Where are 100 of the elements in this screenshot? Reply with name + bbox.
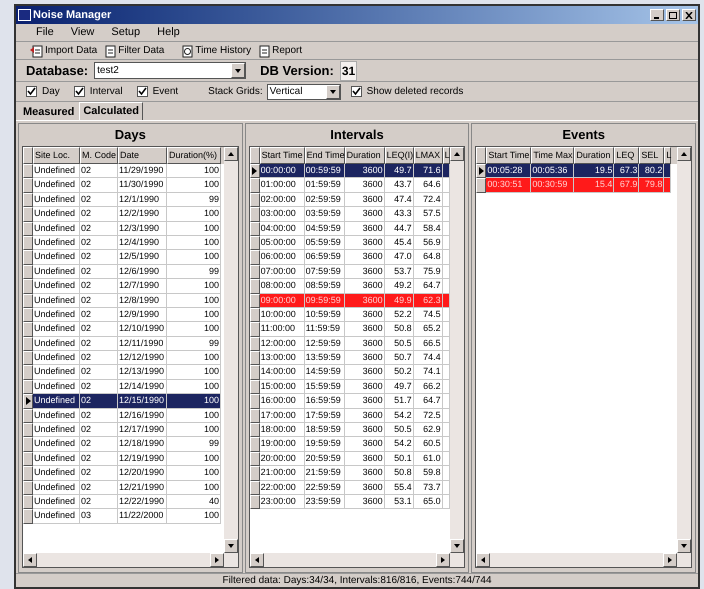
row-selector[interactable] — [23, 279, 33, 294]
vertical-scrollbar[interactable] — [450, 147, 464, 553]
checkbox[interactable] — [136, 86, 148, 97]
column-header[interactable]: LEQ(I) — [384, 147, 414, 164]
row-selector[interactable] — [250, 308, 260, 322]
column-header[interactable]: Date — [118, 147, 167, 164]
row-selector[interactable] — [23, 164, 33, 178]
toolbar-button[interactable]: Time History — [180, 43, 252, 58]
scroll-right-arrow-icon[interactable] — [212, 556, 221, 564]
column-header[interactable]: Start Time — [260, 147, 305, 164]
checkbox[interactable] — [26, 86, 37, 97]
column-header[interactable]: Site Loc. — [33, 147, 80, 164]
column-header[interactable]: SEL — [639, 147, 664, 164]
row-selector[interactable] — [23, 207, 33, 222]
row-selector[interactable] — [250, 264, 260, 280]
toolbar-button[interactable]: Filter Data — [103, 43, 164, 58]
scroll-down-arrow-icon[interactable] — [453, 542, 462, 550]
stack-grids-dropdown[interactable]: Vertical — [266, 84, 341, 100]
minimize-button[interactable] — [650, 9, 664, 21]
row-selector[interactable] — [250, 394, 260, 409]
close-button[interactable] — [682, 9, 696, 21]
column-header[interactable]: Duration — [574, 147, 614, 164]
scroll-up-arrow-icon[interactable] — [680, 150, 688, 158]
scroll-down-arrow-icon[interactable] — [680, 542, 688, 550]
column-header[interactable]: LMAX — [414, 147, 443, 164]
row-selector[interactable] — [23, 466, 33, 481]
row-selector[interactable] — [23, 192, 33, 208]
row-selector[interactable] — [250, 408, 260, 424]
menu-item[interactable]: Help — [157, 24, 180, 41]
row-selector[interactable] — [250, 466, 260, 481]
column-header[interactable]: Time Max — [531, 147, 574, 164]
row-selector[interactable] — [23, 264, 33, 280]
row-selector[interactable] — [23, 294, 33, 308]
row-selector[interactable] — [250, 279, 260, 294]
row-selector[interactable] — [250, 480, 260, 495]
row-selector[interactable] — [250, 494, 260, 510]
row-selector[interactable] — [23, 336, 33, 352]
scroll-down-arrow-icon[interactable] — [328, 88, 337, 96]
scroll-left-arrow-icon[interactable] — [26, 556, 34, 564]
row-selector[interactable] — [250, 365, 260, 380]
menu-item[interactable]: View — [70, 24, 94, 41]
row-selector[interactable] — [23, 178, 33, 193]
row-selector[interactable] — [250, 351, 260, 366]
menu-item[interactable]: File — [36, 24, 54, 41]
checkbox[interactable] — [74, 86, 85, 97]
row-selector[interactable] — [23, 351, 33, 366]
row-selector[interactable] — [23, 452, 33, 466]
vertical-scrollbar[interactable] — [677, 147, 692, 553]
row-selector[interactable] — [23, 250, 33, 265]
tab[interactable]: Measured — [20, 105, 78, 120]
row-selector[interactable] — [250, 236, 260, 250]
row-selector[interactable] — [23, 322, 33, 337]
row-selector[interactable] — [476, 178, 486, 193]
vertical-scrollbar[interactable] — [224, 147, 238, 553]
row-selector[interactable] — [250, 437, 260, 452]
row-selector[interactable] — [250, 192, 260, 208]
menu-item[interactable]: Setup — [111, 24, 140, 41]
row-selector[interactable] — [250, 336, 260, 352]
row-selector[interactable] — [23, 308, 33, 322]
row-selector[interactable] — [23, 437, 33, 452]
scroll-left-arrow-icon[interactable] — [479, 556, 488, 564]
checkbox[interactable] — [350, 86, 362, 97]
scroll-down-arrow-icon[interactable] — [234, 66, 242, 74]
scroll-up-arrow-icon[interactable] — [226, 150, 235, 158]
row-selector[interactable] — [23, 509, 33, 524]
column-header[interactable]: Duration — [344, 147, 385, 164]
row-selector[interactable] — [23, 423, 33, 438]
database-dropdown[interactable]: test2 — [94, 62, 246, 79]
maximize-button[interactable] — [666, 9, 680, 21]
column-header[interactable]: Duration(%) — [167, 147, 221, 164]
row-selector[interactable] — [250, 322, 260, 337]
row-selector[interactable] — [23, 480, 33, 495]
row-selector[interactable] — [250, 423, 260, 438]
row-selector[interactable] — [250, 452, 260, 466]
column-header[interactable]: LEQ — [614, 147, 640, 164]
toolbar-button[interactable]: Report — [257, 43, 302, 58]
horizontal-scrollbar[interactable] — [476, 553, 692, 567]
scroll-right-arrow-icon[interactable] — [666, 556, 674, 564]
column-header[interactable]: M. Code — [80, 147, 118, 164]
row-selector[interactable] — [23, 394, 33, 409]
row-selector[interactable] — [23, 222, 33, 236]
column-header[interactable]: Start Time — [486, 147, 532, 164]
row-selector[interactable] — [250, 380, 260, 394]
row-selector[interactable] — [23, 408, 33, 424]
row-selector[interactable] — [23, 365, 33, 380]
tab[interactable]: Calculated — [79, 102, 143, 120]
horizontal-scrollbar[interactable] — [250, 553, 464, 567]
scroll-down-arrow-icon[interactable] — [226, 542, 235, 550]
row-selector[interactable] — [476, 164, 486, 178]
row-selector[interactable] — [23, 236, 33, 250]
row-selector[interactable] — [250, 164, 260, 178]
scroll-right-arrow-icon[interactable] — [439, 556, 448, 564]
row-selector[interactable] — [250, 294, 260, 308]
row-selector[interactable] — [250, 250, 260, 265]
row-selector[interactable] — [250, 222, 260, 236]
horizontal-scrollbar[interactable] — [23, 553, 238, 567]
toolbar-button[interactable]: Import Data — [30, 43, 98, 58]
scroll-up-arrow-icon[interactable] — [453, 150, 462, 158]
row-selector[interactable] — [250, 178, 260, 193]
row-selector[interactable] — [250, 207, 260, 222]
